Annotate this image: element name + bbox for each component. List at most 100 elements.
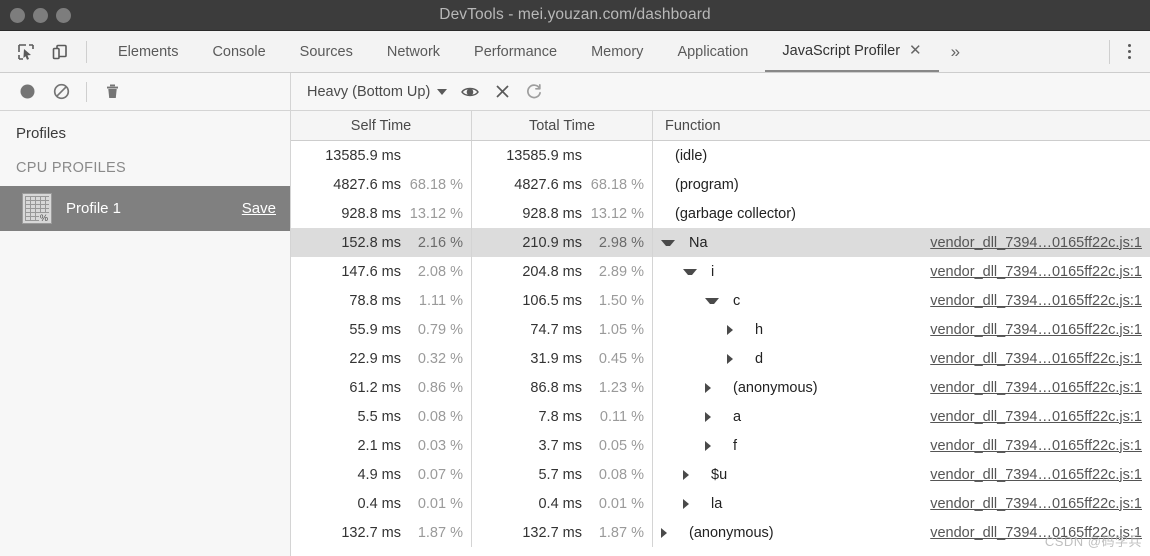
table-row[interactable]: 4.9 ms 0.07 % 5.7 ms 0.08 % $u vendor_dll_739… [291,460,1150,489]
cell-self-time: 4827.6 ms 68.18 % [291,170,472,199]
triangle-right-icon[interactable] [683,469,697,480]
refresh-icon[interactable] [519,77,549,107]
cell-total-time: 74.7 ms 1.05 % [472,315,653,344]
cell-function: f vendor_dll_7394…0165ff22c.js:1 [653,431,1150,460]
eye-icon[interactable] [455,77,485,107]
trash-icon[interactable] [97,77,127,107]
cell-total-time: 132.7 ms 1.87 % [472,518,653,547]
minimize-window-button[interactable] [33,7,48,23]
tab-elements[interactable]: Elements [101,31,195,72]
more-tabs-icon[interactable]: » [939,31,972,72]
triangle-down-icon[interactable] [705,297,719,304]
table-row[interactable]: 13585.9 ms 13585.9 ms (idle) [291,141,1150,170]
total-time-percent: 1.87 % [598,524,644,541]
table-row[interactable]: 4827.6 ms 68.18 % 4827.6 ms 68.18 % (program… [291,170,1150,199]
source-link[interactable]: vendor_dll_7394…0165ff22c.js:1 [930,496,1142,512]
self-time-ms: 2.1 ms [357,437,401,454]
column-header-function[interactable]: Function [653,111,1150,140]
chevron-down-icon [437,88,448,95]
self-time-percent: 1.11 % [418,292,463,309]
cell-function: d vendor_dll_7394…0165ff22c.js:1 [653,344,1150,373]
profiler-toolbar-left [0,73,291,110]
table-row[interactable]: 78.8 ms 1.11 % 106.5 ms 1.50 % c vendor_dll_7… [291,286,1150,315]
total-time-ms: 210.9 ms [522,234,582,251]
source-link[interactable]: vendor_dll_7394…0165ff22c.js:1 [930,264,1142,280]
cell-self-time: 5.5 ms 0.08 % [291,402,472,431]
self-time-ms: 61.2 ms [349,379,401,396]
source-link[interactable]: vendor_dll_7394…0165ff22c.js:1 [930,351,1142,367]
source-link[interactable]: vendor_dll_7394…0165ff22c.js:1 [930,380,1142,396]
tab-performance[interactable]: Performance [457,31,574,72]
total-time-percent: 1.23 % [598,379,644,396]
self-time-percent: 68.18 % [409,176,463,193]
tab-memory[interactable]: Memory [574,31,660,72]
table-row[interactable]: 22.9 ms 0.32 % 31.9 ms 0.45 % d vendor_dll_73… [291,344,1150,373]
cell-function: i vendor_dll_7394…0165ff22c.js:1 [653,257,1150,286]
table-row[interactable]: 132.7 ms 1.87 % 132.7 ms 1.87 % (anonymous) v… [291,518,1150,547]
source-link[interactable]: vendor_dll_7394…0165ff22c.js:1 [930,438,1142,454]
source-link[interactable]: vendor_dll_7394…0165ff22c.js:1 [930,322,1142,338]
cell-self-time: 4.9 ms 0.07 % [291,460,472,489]
source-link[interactable]: vendor_dll_7394…0165ff22c.js:1 [930,467,1142,483]
table-row[interactable]: 147.6 ms 2.08 % 204.8 ms 2.89 % i vendor_dll_… [291,257,1150,286]
close-window-button[interactable] [10,7,25,23]
device-toolbar-icon[interactable] [46,38,74,66]
sidebar-item-profile-1[interactable]: % Profile 1 Save [0,186,290,231]
self-time-percent: 0.32 % [417,350,463,367]
record-circle-icon[interactable] [12,77,42,107]
sidebar-title: Profiles [16,125,67,142]
source-link[interactable]: vendor_dll_7394…0165ff22c.js:1 [930,293,1142,309]
tab-console[interactable]: Console [195,31,282,72]
triangle-right-icon[interactable] [683,498,697,509]
triangle-down-icon[interactable] [683,268,697,275]
self-time-ms: 132.7 ms [341,524,401,541]
table-row[interactable]: 152.8 ms 2.16 % 210.9 ms 2.98 % Na vendor_dll… [291,228,1150,257]
total-time-ms: 86.8 ms [530,379,582,396]
triangle-right-icon[interactable] [727,353,741,364]
self-time-ms: 0.4 ms [357,495,401,512]
source-link[interactable]: vendor_dll_7394…0165ff22c.js:1 [930,525,1142,541]
cell-self-time: 55.9 ms 0.79 % [291,315,472,344]
maximize-window-button[interactable] [56,7,71,23]
cell-self-time: 22.9 ms 0.32 % [291,344,472,373]
table-row[interactable]: 0.4 ms 0.01 % 0.4 ms 0.01 % la vendor_dll_739… [291,489,1150,518]
total-time-ms: 5.7 ms [538,466,582,483]
inspect-element-icon[interactable] [12,38,40,66]
table-row[interactable]: 928.8 ms 13.12 % 928.8 ms 13.12 % (garbage c… [291,199,1150,228]
kebab-menu-icon[interactable] [1114,44,1144,59]
cell-function: la vendor_dll_7394…0165ff22c.js:1 [653,489,1150,518]
cell-self-time: 147.6 ms 2.08 % [291,257,472,286]
cell-self-time: 2.1 ms 0.03 % [291,431,472,460]
tab-network[interactable]: Network [370,31,457,72]
source-link[interactable]: vendor_dll_7394…0165ff22c.js:1 [930,235,1142,251]
cell-total-time: 928.8 ms 13.12 % [472,199,653,228]
triangle-right-icon[interactable] [727,324,741,335]
table-row[interactable]: 55.9 ms 0.79 % 74.7 ms 1.05 % h vendor_dll_73… [291,315,1150,344]
tab-application[interactable]: Application [660,31,765,72]
table-row[interactable]: 61.2 ms 0.86 % 86.8 ms 1.23 % (anonymous) ven… [291,373,1150,402]
no-entry-icon[interactable] [46,77,76,107]
source-link[interactable]: vendor_dll_7394…0165ff22c.js:1 [930,409,1142,425]
triangle-right-icon[interactable] [705,440,719,451]
triangle-right-icon[interactable] [661,527,675,538]
tab-label: Console [212,43,266,60]
profiler-toolbar-right: Heavy (Bottom Up) [291,73,549,110]
tab-sources[interactable]: Sources [283,31,370,72]
total-time-ms: 3.7 ms [538,437,582,454]
column-header-total-time[interactable]: Total Time [472,111,653,140]
save-profile-link[interactable]: Save [242,200,276,217]
self-time-ms: 13585.9 ms [325,147,401,164]
view-mode-select[interactable]: Heavy (Bottom Up) [301,84,453,100]
table-row[interactable]: 2.1 ms 0.03 % 3.7 ms 0.05 % f vendor_dll_7394… [291,431,1150,460]
profiler-table: Self Time Total Time Function 13585.9 ms… [291,111,1150,556]
cell-function: (anonymous) vendor_dll_7394…0165ff22c.js:… [653,373,1150,402]
tab-javascript-profiler[interactable]: JavaScript Profiler ✕ [765,31,939,72]
triangle-down-icon[interactable] [661,239,675,246]
delete-focus-icon[interactable] [487,77,517,107]
self-time-percent: 0.08 % [417,408,463,425]
table-row[interactable]: 5.5 ms 0.08 % 7.8 ms 0.11 % a vendor_dll_7394… [291,402,1150,431]
triangle-right-icon[interactable] [705,382,719,393]
column-header-self-time[interactable]: Self Time [291,111,472,140]
triangle-right-icon[interactable] [705,411,719,422]
close-icon[interactable]: ✕ [909,43,922,58]
